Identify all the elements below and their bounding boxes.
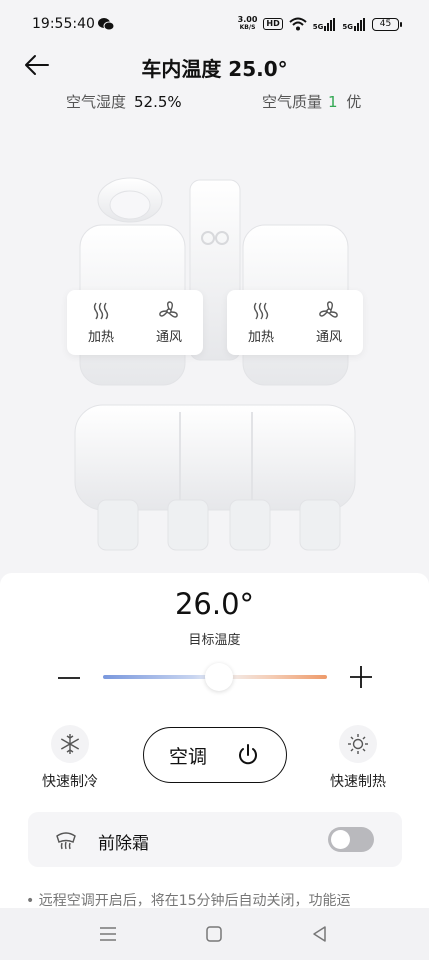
air-quality-value: 1 xyxy=(328,93,338,111)
left-seat-vent-button[interactable]: 通风 xyxy=(135,290,203,355)
quick-cool-circle xyxy=(51,725,89,763)
signal-bars-icon xyxy=(354,17,365,31)
status-time: 19:55:40 xyxy=(32,16,95,32)
ac-power-button[interactable]: 空调 xyxy=(143,727,287,783)
quick-heat-circle xyxy=(339,725,377,763)
quick-heat-label: 快速制热 xyxy=(330,774,386,790)
target-temperature: 26.0° xyxy=(174,587,255,621)
auto-off-note: • 远程空调开启后，将在15分钟后自动关闭，功能运 xyxy=(26,893,351,909)
heat-label: 加热 xyxy=(87,330,114,345)
sun-icon xyxy=(348,734,368,754)
left-seat-controls: 加热 通风 xyxy=(67,290,203,355)
wechat-icon xyxy=(98,18,114,31)
home-icon[interactable] xyxy=(205,925,223,943)
humidity-info: 空气湿度 52.5% xyxy=(66,91,182,112)
battery-indicator: 45 xyxy=(372,17,402,31)
right-seat-vent-button[interactable]: 通风 xyxy=(295,290,363,355)
signal-bars-icon xyxy=(324,17,336,31)
air-quality-level: 优 xyxy=(346,93,362,111)
vent-label: 通风 xyxy=(315,330,342,345)
quick-heat-button[interactable]: 快速制热 xyxy=(318,725,398,791)
network-speed: 3.00 KB/S xyxy=(237,15,258,32)
humidity-label: 空气湿度 xyxy=(66,93,127,111)
fan-icon xyxy=(159,301,178,318)
wifi-icon xyxy=(289,17,307,31)
car-interior-illustration xyxy=(30,150,400,570)
status-bar: 19:55:40 3.00 KB/S HD 5G 5G 45 xyxy=(0,0,429,48)
vent-label: 通风 xyxy=(155,330,182,345)
signal-2: 5G xyxy=(342,17,366,31)
page-title: 车内温度 25.0° xyxy=(141,57,288,81)
heat-waves-icon xyxy=(253,302,269,320)
recent-apps-icon[interactable] xyxy=(98,925,118,943)
power-icon xyxy=(239,744,257,765)
snowflake-icon xyxy=(60,734,80,754)
quick-cool-label: 快速制冷 xyxy=(42,774,98,790)
defrost-icon xyxy=(56,832,76,850)
right-seat-controls: 加热 通风 xyxy=(227,290,363,355)
air-quality-label: 空气质量 xyxy=(262,93,323,111)
heat-label: 加热 xyxy=(247,330,274,345)
right-seat-heat-button[interactable]: 加热 xyxy=(227,290,295,355)
air-quality-info: 空气质量 1 优 xyxy=(262,91,429,112)
defrost-label: 前除霜 xyxy=(98,834,149,854)
defrost-toggle[interactable] xyxy=(328,827,374,852)
status-icons: 3.00 KB/S HD 5G 5G 45 xyxy=(237,14,402,34)
heat-waves-icon xyxy=(93,302,109,320)
front-defrost-row: 前除霜 xyxy=(28,812,402,867)
target-temperature-label: 目标温度 xyxy=(188,633,241,648)
signal-1: 5G xyxy=(313,17,337,31)
back-triangle-icon[interactable] xyxy=(310,924,330,944)
humidity-value: 52.5% xyxy=(134,93,182,111)
left-seat-heat-button[interactable]: 加热 xyxy=(67,290,135,355)
decrease-temp-button[interactable] xyxy=(56,665,82,691)
hd-badge: HD xyxy=(263,18,283,30)
increase-temp-button[interactable] xyxy=(348,664,374,690)
ac-label: 空调 xyxy=(168,745,207,768)
fan-icon xyxy=(319,301,338,318)
system-navigation-bar xyxy=(0,908,429,960)
quick-cool-button[interactable]: 快速制冷 xyxy=(30,725,110,791)
